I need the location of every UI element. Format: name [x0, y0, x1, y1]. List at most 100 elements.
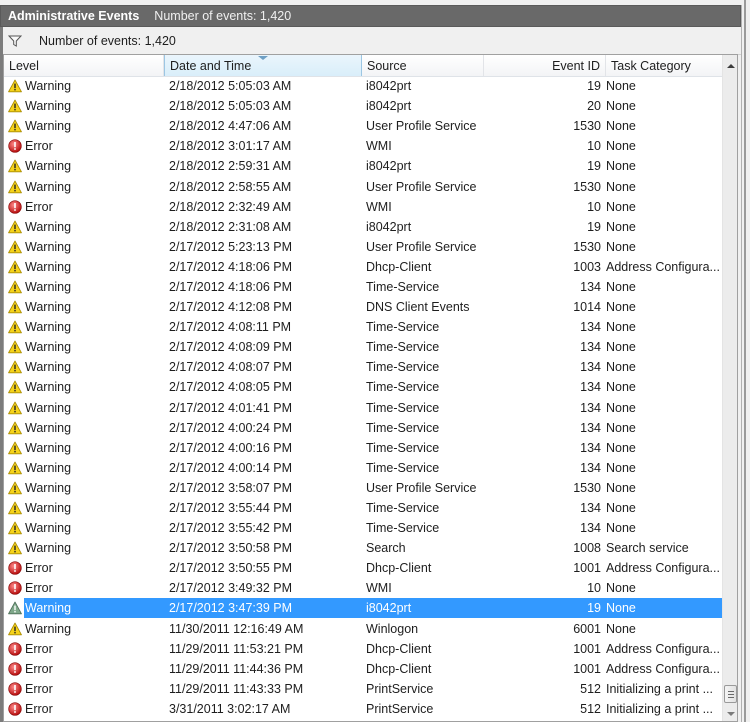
- table-row[interactable]: Warning 2/18/2012 5:05:03 AM i8042prt 20 Non…: [4, 96, 722, 116]
- task-category-cell: None: [606, 360, 636, 375]
- table-row[interactable]: Error 2/17/2012 3:49:32 PM WMI 10 None: [4, 578, 722, 598]
- table-row[interactable]: Warning 2/17/2012 4:18:06 PM Dhcp-Client 10…: [4, 257, 722, 277]
- level-cell: Warning: [4, 99, 164, 113]
- table-row[interactable]: Warning 2/17/2012 3:47:39 PM i8042prt 19 Non…: [4, 598, 722, 619]
- date-cell: 2/18/2012 2:58:55 AM: [169, 179, 292, 194]
- source-cell: Winlogon: [366, 621, 419, 636]
- source-cell: Time-Service: [366, 279, 440, 294]
- level-text: Warning: [25, 360, 72, 375]
- column-header-level[interactable]: Level: [4, 55, 164, 76]
- scrollbar-thumb[interactable]: [724, 685, 737, 703]
- table-row[interactable]: Error 2/17/2012 3:50:55 PM Dhcp-Client 1001…: [4, 558, 722, 578]
- date-cell: 2/17/2012 4:08:05 PM: [169, 380, 293, 395]
- scroll-down-button[interactable]: [723, 705, 737, 721]
- table-row[interactable]: Warning 2/17/2012 3:55:42 PM Time-Service 1…: [4, 518, 722, 538]
- table-row[interactable]: Warning 2/17/2012 4:08:05 PM Time-Service 1…: [4, 377, 722, 397]
- level-text: Warning: [25, 541, 72, 556]
- column-header-event-id[interactable]: Event ID: [484, 55, 606, 76]
- table-row[interactable]: Warning 2/17/2012 4:08:11 PM Time-Service 1…: [4, 317, 722, 337]
- task-category-cell: None: [606, 501, 636, 516]
- table-row[interactable]: Error 2/18/2012 3:01:17 AM WMI 10 None: [4, 136, 722, 156]
- table-row[interactable]: Error 11/29/2011 11:43:33 PM PrintService 5…: [4, 679, 722, 699]
- date-cell: 2/17/2012 4:12:08 PM: [169, 300, 293, 315]
- event-id-cell: 1530: [573, 119, 601, 134]
- warning-icon: [8, 622, 22, 636]
- table-row[interactable]: Warning 2/17/2012 3:55:44 PM Time-Service 1…: [4, 498, 722, 518]
- column-label: Level: [9, 59, 39, 73]
- event-id-cell: 134: [580, 340, 601, 355]
- table-row[interactable]: Warning 2/18/2012 2:59:31 AM i8042prt 19 Non…: [4, 156, 722, 176]
- level-cell: Warning: [4, 240, 164, 254]
- event-id-cell: 134: [580, 360, 601, 375]
- task-category-cell: Initializing a print ...: [606, 701, 713, 716]
- level-cell: Warning: [4, 79, 164, 93]
- source-cell: Time-Service: [366, 320, 440, 335]
- column-label: Source: [367, 59, 407, 73]
- column-header-source[interactable]: Source: [362, 55, 484, 76]
- task-category-cell: Initializing a print ...: [606, 681, 713, 696]
- table-row[interactable]: Error 11/29/2011 11:44:36 PM Dhcp-Client 10…: [4, 659, 722, 679]
- date-cell: 2/17/2012 4:00:24 PM: [169, 420, 293, 435]
- table-row[interactable]: Error 3/31/2011 3:02:17 AM PrintService 512…: [4, 699, 722, 719]
- level-text: Error: [25, 681, 53, 696]
- date-cell: 2/18/2012 2:59:31 AM: [169, 159, 292, 174]
- table-row[interactable]: Warning 2/17/2012 4:01:41 PM Time-Service 1…: [4, 398, 722, 418]
- level-cell: Error: [4, 682, 164, 696]
- event-id-cell: 10: [587, 581, 601, 596]
- column-label: Date and Time: [170, 59, 252, 73]
- warning-icon: [8, 521, 22, 535]
- task-category-cell: None: [606, 380, 636, 395]
- warning-icon: [8, 300, 22, 314]
- task-category-cell: Address Configura...: [606, 259, 720, 274]
- table-row[interactable]: Warning 2/17/2012 4:00:14 PM Time-Service 1…: [4, 458, 722, 478]
- task-category-cell: None: [606, 400, 636, 415]
- level-text: Warning: [25, 320, 72, 335]
- level-cell: Warning: [4, 320, 164, 334]
- source-cell: Dhcp-Client: [366, 661, 432, 676]
- level-cell: Error: [4, 139, 164, 153]
- table-row[interactable]: Error 2/18/2012 2:32:49 AM WMI 10 None: [4, 197, 722, 217]
- level-cell: Warning: [4, 541, 164, 555]
- level-text: Error: [25, 139, 53, 154]
- events-panel: Number of events: 1,420 Level Date and T…: [0, 27, 741, 722]
- table-row[interactable]: Warning 2/18/2012 5:05:03 AM i8042prt 19 Non…: [4, 76, 722, 96]
- scroll-up-button[interactable]: [723, 59, 737, 75]
- level-text: Warning: [25, 460, 72, 475]
- table-row[interactable]: Warning 2/17/2012 4:00:16 PM Time-Service 1…: [4, 438, 722, 458]
- level-text: Warning: [25, 239, 72, 254]
- table-row[interactable]: Warning 2/17/2012 4:00:24 PM Time-Service 1…: [4, 418, 722, 438]
- level-cell: Error: [4, 702, 164, 716]
- pane-splitter[interactable]: [744, 0, 746, 722]
- table-body: Warning 2/18/2012 5:05:03 AM i8042prt 19 Non…: [4, 76, 722, 719]
- date-cell: 2/17/2012 4:18:06 PM: [169, 279, 293, 294]
- level-cell: Error: [4, 662, 164, 676]
- event-id-cell: 134: [580, 521, 601, 536]
- table-row[interactable]: Warning 2/17/2012 3:58:07 PM User Profile …: [4, 478, 722, 498]
- table-row[interactable]: Warning 2/17/2012 3:50:58 PM Search 1008 Sea…: [4, 538, 722, 558]
- source-cell: User Profile Service: [366, 480, 477, 495]
- task-category-cell: None: [606, 99, 636, 114]
- level-cell: Warning: [4, 501, 164, 515]
- table-row[interactable]: Warning 2/17/2012 5:23:13 PM User Profile …: [4, 237, 722, 257]
- table-row[interactable]: Warning 2/18/2012 2:58:55 AM User Profile …: [4, 176, 722, 196]
- table-row[interactable]: Warning 2/17/2012 4:18:06 PM Time-Service 1…: [4, 277, 722, 297]
- table-row[interactable]: Warning 11/30/2011 12:16:49 AM Winlogon 600…: [4, 619, 722, 639]
- column-header-date[interactable]: Date and Time: [164, 55, 362, 76]
- table-row[interactable]: Error 11/29/2011 11:53:21 PM Dhcp-Client 10…: [4, 639, 722, 659]
- source-cell: WMI: [366, 199, 392, 214]
- event-id-cell: 10: [587, 199, 601, 214]
- table-row[interactable]: Warning 2/18/2012 4:47:06 AM User Profile …: [4, 116, 722, 136]
- vertical-scrollbar[interactable]: [722, 55, 737, 721]
- warning-icon: [8, 99, 22, 113]
- level-text: Warning: [25, 420, 72, 435]
- level-text: Warning: [25, 340, 72, 355]
- table-row[interactable]: Warning 2/17/2012 4:12:08 PM DNS Client Ev…: [4, 297, 722, 317]
- source-cell: User Profile Service: [366, 179, 477, 194]
- level-cell: Warning: [4, 220, 164, 234]
- column-header-task-category[interactable]: Task Category: [606, 55, 722, 76]
- event-id-cell: 10: [587, 139, 601, 154]
- table-row[interactable]: Warning 2/17/2012 4:08:09 PM Time-Service 1…: [4, 337, 722, 357]
- table-row[interactable]: Warning 2/18/2012 2:31:08 AM i8042prt 19 Non…: [4, 217, 722, 237]
- source-cell: Time-Service: [366, 460, 440, 475]
- table-row[interactable]: Warning 2/17/2012 4:08:07 PM Time-Service 1…: [4, 357, 722, 377]
